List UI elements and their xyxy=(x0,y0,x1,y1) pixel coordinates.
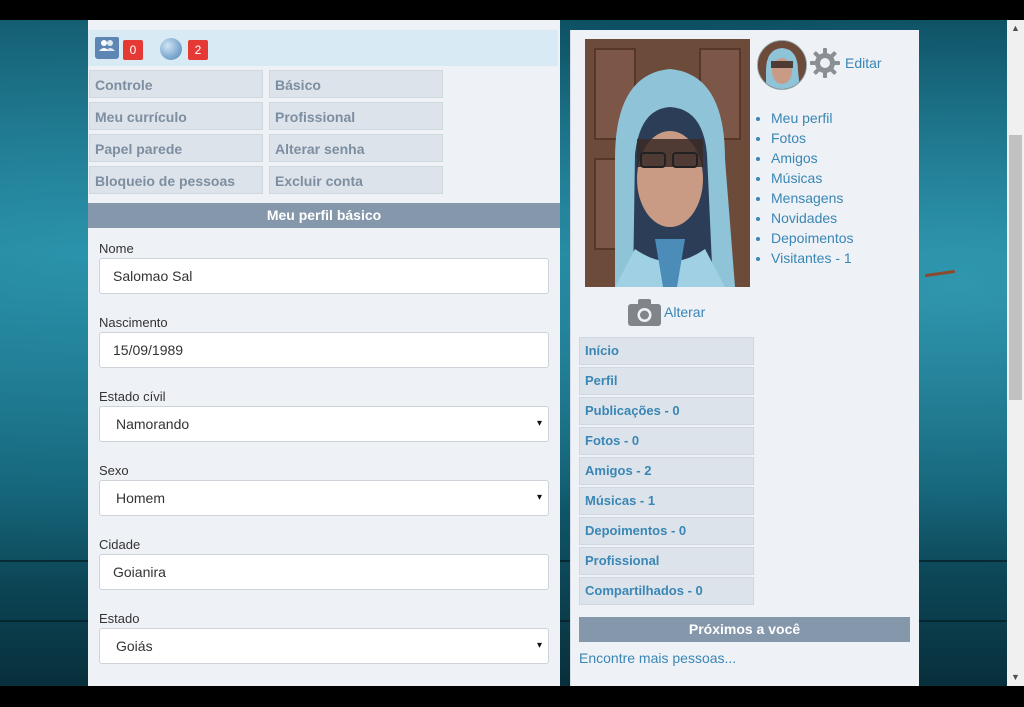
profile-sidebar: Editar Meu perfil Fotos Amigos Músicas M… xyxy=(570,30,919,686)
edit-profile-link[interactable]: Editar xyxy=(845,55,882,71)
friends-icon[interactable] xyxy=(95,37,119,59)
find-more-people-link[interactable]: Encontre mais pessoas... xyxy=(579,650,736,666)
marital-status-value: Namorando xyxy=(116,416,190,432)
menu-item-bloqueio-de-pessoas[interactable]: Bloqueio de pessoas xyxy=(89,166,263,194)
profile-links-list: Meu perfil Fotos Amigos Músicas Mensagen… xyxy=(756,108,854,268)
state-value: Goiás xyxy=(116,638,153,654)
avatar[interactable] xyxy=(757,40,807,90)
nav-item-depoimentos[interactable]: Depoimentos - 0 xyxy=(579,517,754,545)
avatar-image xyxy=(758,41,806,89)
link-fotos[interactable]: Fotos xyxy=(771,128,854,148)
nav-item-profissional[interactable]: Profissional xyxy=(579,547,754,575)
nav-item-publicacoes[interactable]: Publicações - 0 xyxy=(579,397,754,425)
link-mensagens[interactable]: Mensagens xyxy=(771,188,854,208)
nav-item-amigos[interactable]: Amigos - 2 xyxy=(579,457,754,485)
menu-item-meu-curriculo[interactable]: Meu currículo xyxy=(89,102,263,130)
marital-status-select[interactable]: Namorando ▾ xyxy=(99,406,549,442)
menu-item-basico[interactable]: Básico xyxy=(269,70,443,98)
nav-item-fotos[interactable]: Fotos - 0 xyxy=(579,427,754,455)
birthdate-field[interactable]: 15/09/1989 xyxy=(99,332,549,368)
basic-profile-header: Meu perfil básico xyxy=(88,203,560,228)
menu-item-papel-parede[interactable]: Papel parede xyxy=(89,134,263,162)
camera-icon[interactable] xyxy=(628,298,661,326)
field-label-sexo: Sexo xyxy=(99,463,129,478)
menu-item-alterar-senha[interactable]: Alterar senha xyxy=(269,134,443,162)
link-novidades[interactable]: Novidades xyxy=(771,208,854,228)
nav-item-musicas[interactable]: Músicas - 1 xyxy=(579,487,754,515)
field-label-estado-civil: Estado cívil xyxy=(99,389,166,404)
friends-notification-badge[interactable]: 0 xyxy=(123,40,143,60)
field-label-estado: Estado xyxy=(99,611,140,626)
settings-panel: 0 2 Controle Meu currículo Papel parede … xyxy=(88,20,560,686)
scrollbar-thumb[interactable] xyxy=(1009,135,1022,400)
scroll-up-arrow-icon[interactable]: ▲ xyxy=(1007,20,1024,37)
link-musicas[interactable]: Músicas xyxy=(771,168,854,188)
city-field[interactable]: Goianira xyxy=(99,554,549,590)
change-photo-link[interactable]: Alterar xyxy=(664,304,705,320)
friends-icon-glyph xyxy=(95,37,119,59)
profile-photo-image xyxy=(585,39,750,287)
global-notification-badge[interactable]: 2 xyxy=(188,40,208,60)
field-label-cidade: Cidade xyxy=(99,537,141,552)
nav-item-perfil[interactable]: Perfil xyxy=(579,367,754,395)
chevron-down-icon: ▾ xyxy=(536,640,542,651)
nav-item-compartilhados[interactable]: Compartilhados - 0 xyxy=(579,577,754,605)
page-scrollbar[interactable]: ▲ ▼ xyxy=(1007,20,1024,686)
chevron-down-icon: ▾ xyxy=(536,492,542,503)
link-depoimentos[interactable]: Depoimentos xyxy=(771,228,854,248)
link-visitantes[interactable]: Visitantes - 1 xyxy=(771,248,854,268)
field-label-nascimento: Nascimento xyxy=(99,315,168,330)
link-meu-perfil[interactable]: Meu perfil xyxy=(771,108,854,128)
menu-item-controle[interactable]: Controle xyxy=(89,70,263,98)
gender-select[interactable]: Homem ▾ xyxy=(99,480,549,516)
gender-value: Homem xyxy=(116,490,166,506)
scroll-down-arrow-icon[interactable]: ▼ xyxy=(1007,669,1024,686)
gear-icon[interactable] xyxy=(809,47,841,79)
link-amigos[interactable]: Amigos xyxy=(771,148,854,168)
nearby-header: Próximos a você xyxy=(579,617,910,642)
chevron-down-icon: ▾ xyxy=(536,418,542,429)
name-field[interactable]: Salomao Sal xyxy=(99,258,549,294)
globe-icon[interactable] xyxy=(160,38,182,60)
profile-photo[interactable] xyxy=(585,39,750,287)
notification-bar: 0 2 xyxy=(88,30,558,66)
background-detail xyxy=(924,269,956,278)
nav-item-inicio[interactable]: Início xyxy=(579,337,754,365)
menu-item-profissional[interactable]: Profissional xyxy=(269,102,443,130)
field-label-nome: Nome xyxy=(99,241,134,256)
menu-item-excluir-conta[interactable]: Excluir conta xyxy=(269,166,443,194)
state-select[interactable]: Goiás ▾ xyxy=(99,628,549,664)
